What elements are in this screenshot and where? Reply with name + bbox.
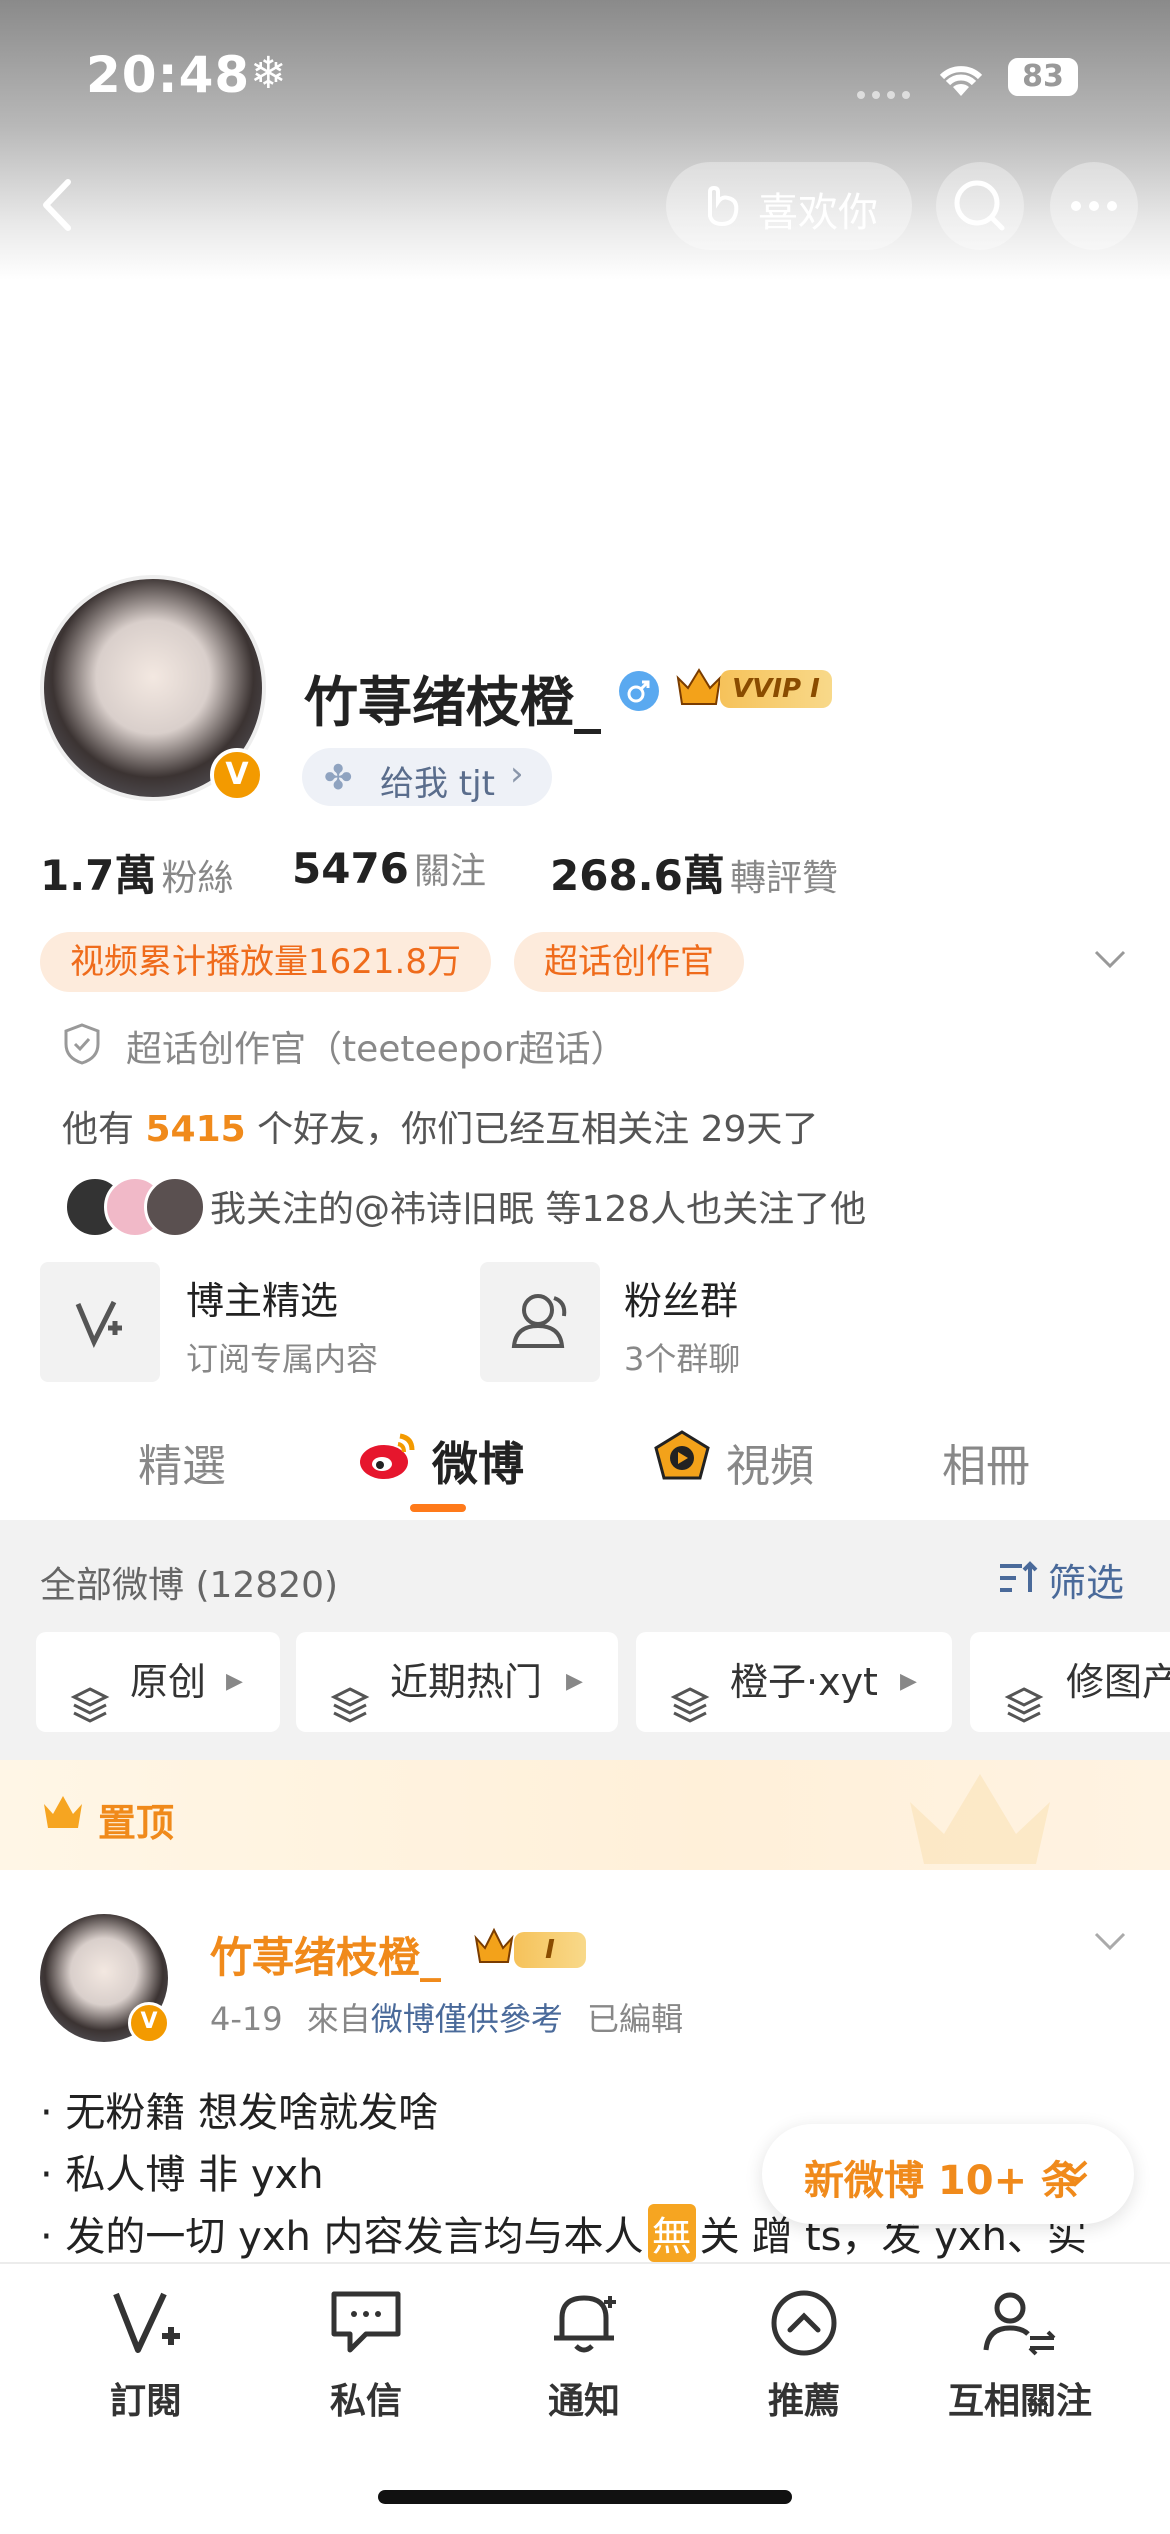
profile-pill[interactable]: ✤ 给我 tjt › (302, 748, 552, 806)
filter-icon (1000, 1561, 1038, 1592)
fan-group-icon-box[interactable] (480, 1262, 600, 1382)
tab-active-indicator (410, 1504, 466, 1512)
featured-content-sub: 订阅专属内容 (186, 1340, 379, 1378)
vip-badge: VVIP I (720, 670, 832, 708)
layers-icon (70, 1662, 110, 1762)
post-author-name[interactable]: 竹荨绪枝橙_ (210, 1924, 441, 1985)
tab-featured[interactable]: 精選 (138, 1430, 226, 1494)
weibo-logo-icon (356, 1428, 418, 1488)
video-play-icon (652, 1428, 712, 1488)
double-chevron-down-icon (1058, 2154, 1092, 2198)
filter-button[interactable]: 筛选 (996, 1552, 1136, 1605)
shield-icon (62, 1022, 102, 1070)
friends-text: 他有 5415 个好友，你们已经互相关注 29天了 (62, 1109, 819, 1150)
chip-recent-hot[interactable]: 近期热门 ▶ (296, 1632, 618, 1732)
back-button[interactable] (30, 170, 90, 240)
search-button[interactable] (936, 162, 1024, 250)
stat-fans[interactable]: 1.7萬 粉絲 (40, 842, 234, 903)
post-menu-chevron-icon[interactable] (1090, 1926, 1130, 1960)
user-exchange-icon (983, 2292, 1056, 2356)
chevron-right-icon: › (510, 754, 524, 794)
post-line-1: · 无粉籍 想发啥就发啥 (40, 2090, 439, 2136)
post-vip-badge: I (514, 1932, 586, 1968)
mutual-follow-text[interactable]: 我关注的@祎诗旧眠 等128人也关注了他 (210, 1180, 866, 1232)
crown-icon (472, 1926, 516, 1970)
nav-recommend[interactable]: 推薦 (744, 2288, 864, 2428)
layers-icon (330, 1662, 370, 1762)
chat-icon (331, 2291, 401, 2353)
honor-text: 超话创作官（teeteepor超话） (126, 1029, 627, 1070)
stat-following[interactable]: 5476 關注 (292, 842, 486, 894)
no-emoji-icon: 無 (647, 2204, 696, 2262)
like-button-label: 喜欢你 (758, 190, 878, 236)
all-weibo-count: 全部微博 (12820) (40, 1565, 339, 1606)
chip-orange-xyt[interactable]: 橙子·xyt ▶ (636, 1632, 952, 1732)
crown-icon (674, 664, 724, 714)
pinned-label: 置顶 (98, 1801, 175, 1845)
layers-icon (670, 1662, 710, 1762)
triangle-right-icon: ▶ (900, 1669, 917, 1694)
tab-album[interactable]: 相冊 (942, 1430, 1030, 1494)
home-indicator (378, 2490, 792, 2504)
group-users-icon (511, 1294, 567, 1348)
stat-interactions[interactable]: 268.6萬 轉評贊 (550, 842, 838, 903)
chevron-up-circle-icon (771, 2290, 837, 2356)
expand-chevron-icon[interactable] (1090, 944, 1130, 978)
bell-icon (554, 2295, 616, 2353)
crown-watermark-icon (900, 1768, 1060, 1872)
post-meta: 4-19 來自微博僅供參考 已編輯 (210, 2000, 684, 2038)
crown-icon (40, 1792, 86, 1836)
more-dots-icon (1071, 201, 1117, 211)
profile-pill-label: 给我 tjt (380, 764, 495, 804)
triangle-right-icon: ▶ (226, 1669, 243, 1694)
tag-video-plays[interactable]: 视频累计播放量1621.8万 (40, 932, 491, 992)
wifi-icon (934, 58, 988, 102)
post-source-link[interactable]: 微博僅供參考 (371, 2000, 563, 2038)
vplus-icon (113, 2292, 180, 2353)
mutual-avatars[interactable] (64, 1176, 206, 1238)
male-gender-icon (618, 670, 660, 716)
status-time: 20:48 (86, 46, 251, 104)
new-posts-button[interactable]: 新微博 10+ 条 (762, 2124, 1134, 2224)
fan-group-sub: 3个群聊 (624, 1340, 741, 1378)
profile-name: 竹荨绪枝橙_ (304, 671, 601, 734)
chevron-left-icon (43, 179, 71, 231)
post-verified-badge: V (128, 2002, 170, 2044)
snowflake-icon: ❄ (250, 48, 287, 99)
clover-icon: ✤ (324, 758, 353, 798)
featured-content-title[interactable]: 博主精选 (186, 1270, 338, 1325)
signal-icon (856, 86, 914, 105)
hand-heart-icon (700, 182, 746, 232)
triangle-right-icon: ▶ (566, 1669, 583, 1694)
vplus-icon (75, 1300, 122, 1348)
featured-content-icon-box[interactable] (40, 1262, 160, 1382)
tab-weibo[interactable]: 微博 (432, 1428, 524, 1494)
verified-badge: V (210, 748, 264, 802)
battery-indicator: 83 (1008, 58, 1078, 96)
search-icon (954, 180, 1005, 231)
tag-creator[interactable]: 超话创作官 (514, 932, 744, 992)
chip-original[interactable]: 原创 ▶ (36, 1632, 280, 1732)
nav-subscribe[interactable]: 訂閱 (86, 2288, 206, 2428)
chip-photo-edit[interactable]: 修图产 (970, 1632, 1170, 1732)
post-line-2: · 私人博 非 yxh (40, 2152, 324, 2198)
layers-icon (1004, 1662, 1044, 1732)
nav-notifications[interactable]: 通知 (524, 2288, 644, 2428)
nav-messages[interactable]: 私信 (306, 2288, 426, 2428)
nav-mutual-follow[interactable]: 互相關注 (940, 2288, 1100, 2428)
tab-video[interactable]: 視頻 (726, 1430, 814, 1494)
like-button[interactable]: 喜欢你 (666, 162, 912, 250)
more-button[interactable] (1050, 162, 1138, 250)
fan-group-title[interactable]: 粉丝群 (624, 1270, 738, 1325)
